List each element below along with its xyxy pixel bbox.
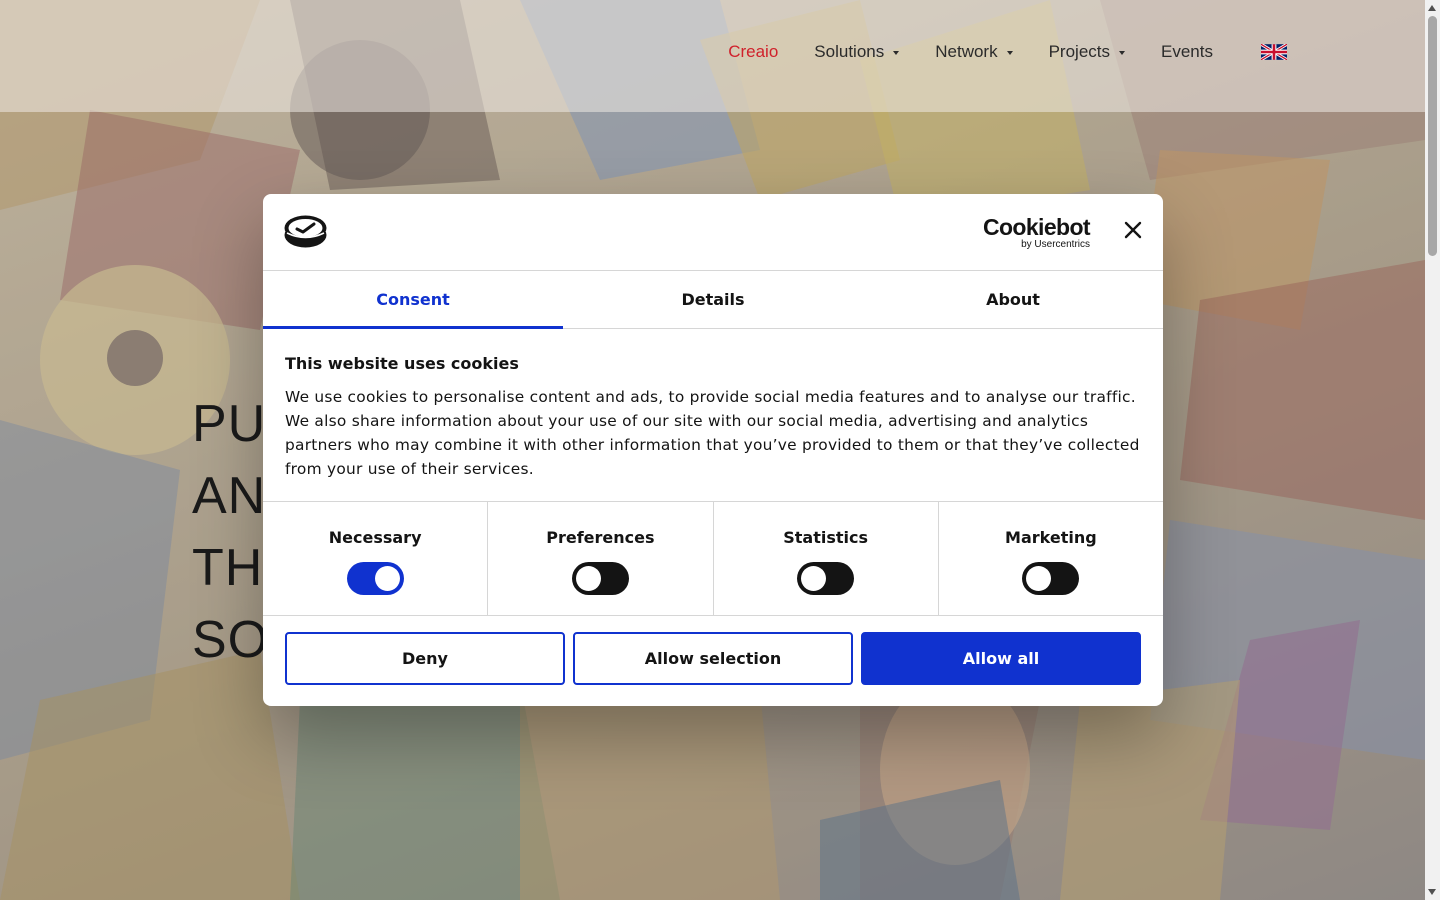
nav-item-label: Creaio: [728, 42, 779, 61]
brand-subtitle: by Usercentrics: [1021, 239, 1090, 250]
dialog-tabs: Consent Details About: [263, 271, 1163, 329]
toggle-knob: [1026, 566, 1052, 591]
nav-item-solutions[interactable]: Solutions: [814, 42, 900, 62]
nav-item-label: Network: [935, 42, 998, 61]
toggle-label: Necessary: [328, 528, 422, 547]
nav-item-events[interactable]: Events: [1161, 42, 1213, 62]
toggle-cell-necessary: Necessary: [263, 502, 489, 615]
close-icon[interactable]: [1123, 220, 1143, 240]
necessary-toggle[interactable]: [346, 562, 404, 595]
scrollbar-thumb[interactable]: [1428, 16, 1437, 256]
toggle-label: Statistics: [783, 528, 868, 547]
nav-item-creaio[interactable]: Creaio: [728, 42, 778, 62]
deny-button[interactable]: Deny: [285, 632, 565, 685]
brand-name: Cookiebot: [982, 214, 1091, 240]
cookie-logo-icon: [284, 215, 327, 248]
toggle-cell-statistics: Statistics: [714, 502, 939, 615]
scroll-up-arrow-icon[interactable]: [1428, 5, 1436, 11]
caret-down-icon: [1006, 51, 1013, 55]
dialog-body: This website uses cookies We use cookies…: [263, 329, 1163, 502]
main-nav: Creaio Solutions Network Projects Events: [692, 42, 1287, 62]
caret-down-icon: [1119, 51, 1126, 55]
caret-down-icon: [893, 51, 900, 55]
preferences-toggle[interactable]: [571, 562, 629, 595]
dialog-description: We use cookies to personalise content an…: [285, 388, 1140, 478]
site-header: Creaio Solutions Network Projects Events: [0, 0, 1425, 112]
toggle-label: Marketing: [1005, 528, 1097, 547]
dialog-header: Cookiebot by Usercentrics: [263, 194, 1163, 271]
toggle-knob: [575, 566, 601, 591]
toggle-knob: [374, 566, 400, 591]
tab-details[interactable]: Details: [563, 271, 863, 328]
nav-item-projects[interactable]: Projects: [1048, 42, 1126, 62]
allow-selection-button[interactable]: Allow selection: [573, 632, 853, 685]
toggle-knob: [801, 566, 827, 591]
nav-item-network[interactable]: Network: [935, 42, 1013, 62]
toggle-cell-marketing: Marketing: [939, 502, 1163, 615]
allow-all-button[interactable]: Allow all: [861, 632, 1141, 685]
marketing-toggle[interactable]: [1022, 562, 1080, 595]
tab-about[interactable]: About: [863, 271, 1163, 328]
dialog-actions: Deny Allow selection Allow all: [263, 616, 1163, 685]
cookiebot-brand-logo[interactable]: Cookiebot by Usercentrics: [982, 214, 1091, 250]
nav-item-label: Events: [1161, 42, 1213, 61]
toggle-cell-preferences: Preferences: [488, 502, 714, 615]
tab-consent[interactable]: Consent: [263, 271, 563, 329]
nav-item-label: Solutions: [814, 42, 885, 61]
toggle-label: Preferences: [546, 528, 655, 547]
cookie-consent-dialog: Cookiebot by Usercentrics Consent Detail…: [263, 194, 1163, 706]
uk-flag-icon[interactable]: [1261, 44, 1287, 60]
nav-item-label: Projects: [1048, 42, 1111, 61]
scroll-down-arrow-icon[interactable]: [1428, 889, 1436, 895]
dialog-title: This website uses cookies: [285, 354, 519, 373]
statistics-toggle[interactable]: [797, 562, 855, 595]
page-scrollbar[interactable]: [1425, 0, 1440, 900]
cookie-category-toggles: Necessary Preferences Statistics Marketi…: [263, 502, 1163, 616]
